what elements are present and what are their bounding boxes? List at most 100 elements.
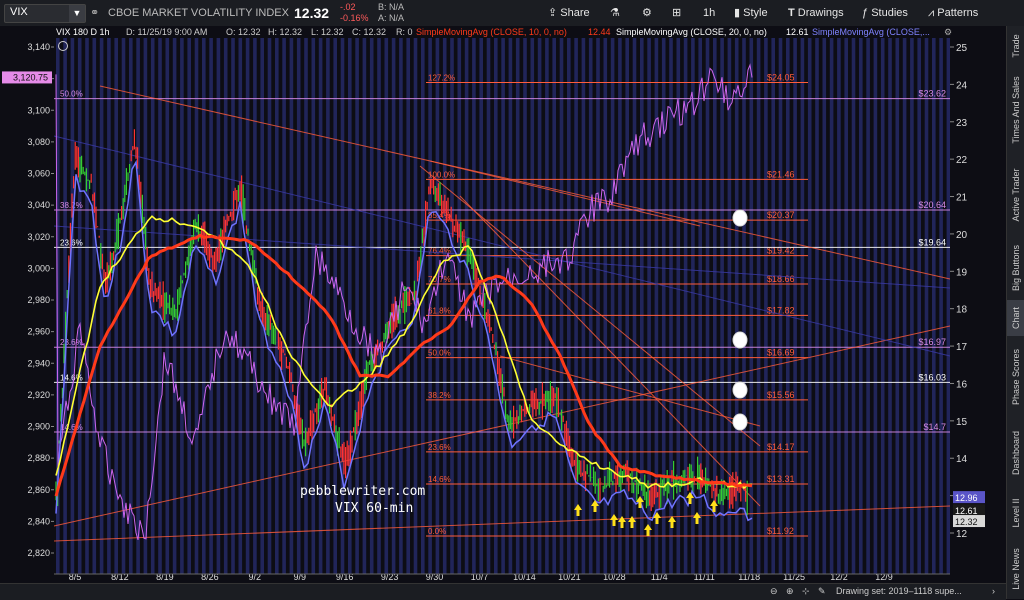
- pencil-icon[interactable]: ✎: [818, 586, 826, 597]
- background-stripe: [282, 38, 286, 574]
- background-stripe: [829, 38, 834, 574]
- right-axis-tick: 12: [956, 529, 968, 540]
- style-button[interactable]: ▮ Style: [734, 0, 768, 26]
- background-stripe: [815, 38, 819, 574]
- right-axis-badge: 12.61: [955, 506, 978, 516]
- background-stripe: [567, 38, 571, 574]
- background-stripe: [289, 38, 294, 574]
- vix-fib-pct: 23.6%: [428, 443, 451, 452]
- left-axis-tick: 3,080: [27, 137, 50, 147]
- spx-fib-pct: 38.2%: [60, 201, 83, 210]
- side-tab-live-news[interactable]: Live News: [1007, 538, 1024, 599]
- background-stripe: [669, 38, 673, 574]
- left-axis-tick: 3,100: [27, 105, 50, 115]
- vix-fib-pct: 100.0%: [428, 170, 455, 179]
- flask-icon[interactable]: ⚗: [610, 0, 620, 26]
- chevron-right-icon[interactable]: ›: [992, 586, 995, 596]
- side-tab-level-ii[interactable]: Level II: [1007, 488, 1024, 538]
- side-tab-label: Trade: [1011, 34, 1021, 58]
- side-tab-phase-scores[interactable]: Phase Scores: [1007, 336, 1024, 418]
- background-stripe: [552, 38, 556, 574]
- top-toolbar: VIX ▼ ⚭ CBOE MARKET VOLATILITY INDEX 12.…: [0, 0, 1024, 27]
- vix-fib-pct: 50.0%: [428, 349, 451, 358]
- link-icon[interactable]: ⚭: [90, 0, 99, 26]
- right-axis-tick: 25: [956, 43, 968, 54]
- bar-r: R: 0: [396, 27, 413, 37]
- side-tab-label: Chart: [1011, 306, 1021, 330]
- background-stripe: [209, 38, 213, 574]
- vix-fib-value: $16.69: [767, 348, 795, 358]
- background-stripe: [807, 38, 812, 574]
- sma20-label[interactable]: SimpleMovingAvg (CLOSE, 20, 0, no): [616, 27, 767, 37]
- bar-open: O: 12.32: [226, 27, 261, 37]
- left-axis-tick: 2,960: [27, 327, 50, 337]
- share-button[interactable]: ⇪ Share: [548, 0, 590, 26]
- background-stripe: [851, 38, 856, 574]
- symbol-input[interactable]: VIX ▼: [4, 4, 86, 23]
- background-stripe: [924, 38, 929, 574]
- interval-selector[interactable]: 1h: [703, 0, 715, 26]
- background-stripe: [917, 38, 921, 574]
- highlight-marker: [732, 331, 748, 349]
- side-tab-label: Level II: [1011, 498, 1021, 528]
- study-settings-icon[interactable]: ⚙: [944, 27, 952, 37]
- background-stripe: [946, 38, 951, 574]
- watermark-line-1: pebblewriter.com: [300, 484, 425, 499]
- studies-icon: ƒ: [862, 7, 869, 19]
- studies-button[interactable]: ƒ Studies: [862, 0, 908, 26]
- price-chart[interactable]: 127.2% $24.05100.0% $21.4685.4% $20.3776.4%…: [0, 26, 1006, 583]
- side-tab-times-and-sales[interactable]: Times And Sales: [1007, 66, 1024, 154]
- right-axis-badge: 12.32: [955, 517, 978, 527]
- vix-fib-value: $21.46: [767, 169, 795, 179]
- patterns-button[interactable]: ⩘ Patterns: [928, 0, 978, 26]
- background-stripe: [231, 38, 235, 574]
- zoom-in-icon[interactable]: ⊕: [786, 586, 794, 597]
- grid-icon[interactable]: ⊞: [672, 0, 681, 26]
- vix-fib-value: $20.37: [767, 210, 795, 220]
- drawing-set-label[interactable]: Drawing set: 2019–1118 supe...: [836, 586, 962, 596]
- background-stripe: [574, 38, 578, 574]
- background-stripe: [756, 38, 761, 574]
- background-stripe: [508, 38, 513, 574]
- right-axis-tick: 21: [956, 193, 968, 204]
- background-stripe: [515, 38, 520, 574]
- right-axis-tick: 24: [956, 80, 968, 91]
- background-stripe: [107, 38, 111, 574]
- drawings-button[interactable]: T Drawings: [788, 0, 844, 26]
- sma-third-label[interactable]: SimpleMovingAvg (CLOSE,...: [812, 27, 930, 37]
- zoom-out-icon[interactable]: ⊖: [770, 586, 778, 597]
- vix-fib-value: $24.05: [767, 73, 795, 83]
- background-stripe: [202, 38, 206, 574]
- left-axis-tick: 3,040: [27, 200, 50, 210]
- symbol-description: VIX 180 D 1h: [56, 27, 110, 37]
- left-axis-tick: 3,140: [27, 42, 50, 52]
- background-stripe: [99, 38, 104, 574]
- left-axis-tick: 2,920: [27, 390, 50, 400]
- background-stripe: [63, 38, 67, 574]
- background-stripe: [114, 38, 118, 574]
- crosshair-icon[interactable]: ⊹: [802, 586, 810, 597]
- side-tab-label: Times And Sales: [1011, 76, 1021, 144]
- left-axis-tick: 2,840: [27, 516, 50, 526]
- style-icon: ▮: [734, 7, 741, 19]
- gear-icon[interactable]: ⚙: [642, 0, 652, 26]
- left-axis-tick: 2,940: [27, 358, 50, 368]
- background-stripe: [822, 38, 827, 574]
- chart-area[interactable]: 127.2% $24.05 100.0% $21.46 85.4% $20.37 76.4%…: [0, 26, 1006, 599]
- right-axis-tick: 20: [956, 230, 968, 241]
- background-stripe: [70, 38, 75, 574]
- background-stripe: [902, 38, 907, 574]
- side-tab-chart[interactable]: Chart: [1007, 300, 1024, 336]
- background-stripe: [537, 38, 542, 574]
- share-label: Share: [560, 7, 590, 19]
- side-tab-active-trader[interactable]: Active Trader: [1007, 154, 1024, 236]
- side-tab-trade[interactable]: Trade: [1007, 26, 1024, 66]
- side-tab-big-buttons[interactable]: Big Buttons: [1007, 236, 1024, 300]
- side-tab-dashboard[interactable]: Dashboard: [1007, 418, 1024, 488]
- background-stripe: [187, 38, 191, 574]
- background-stripe: [932, 38, 936, 574]
- background-stripe: [223, 38, 228, 574]
- background-stripe: [844, 38, 848, 574]
- sma10-label[interactable]: SimpleMovingAvg (CLOSE, 10, 0, no): [416, 27, 567, 37]
- chevron-down-icon[interactable]: ▼: [69, 5, 85, 22]
